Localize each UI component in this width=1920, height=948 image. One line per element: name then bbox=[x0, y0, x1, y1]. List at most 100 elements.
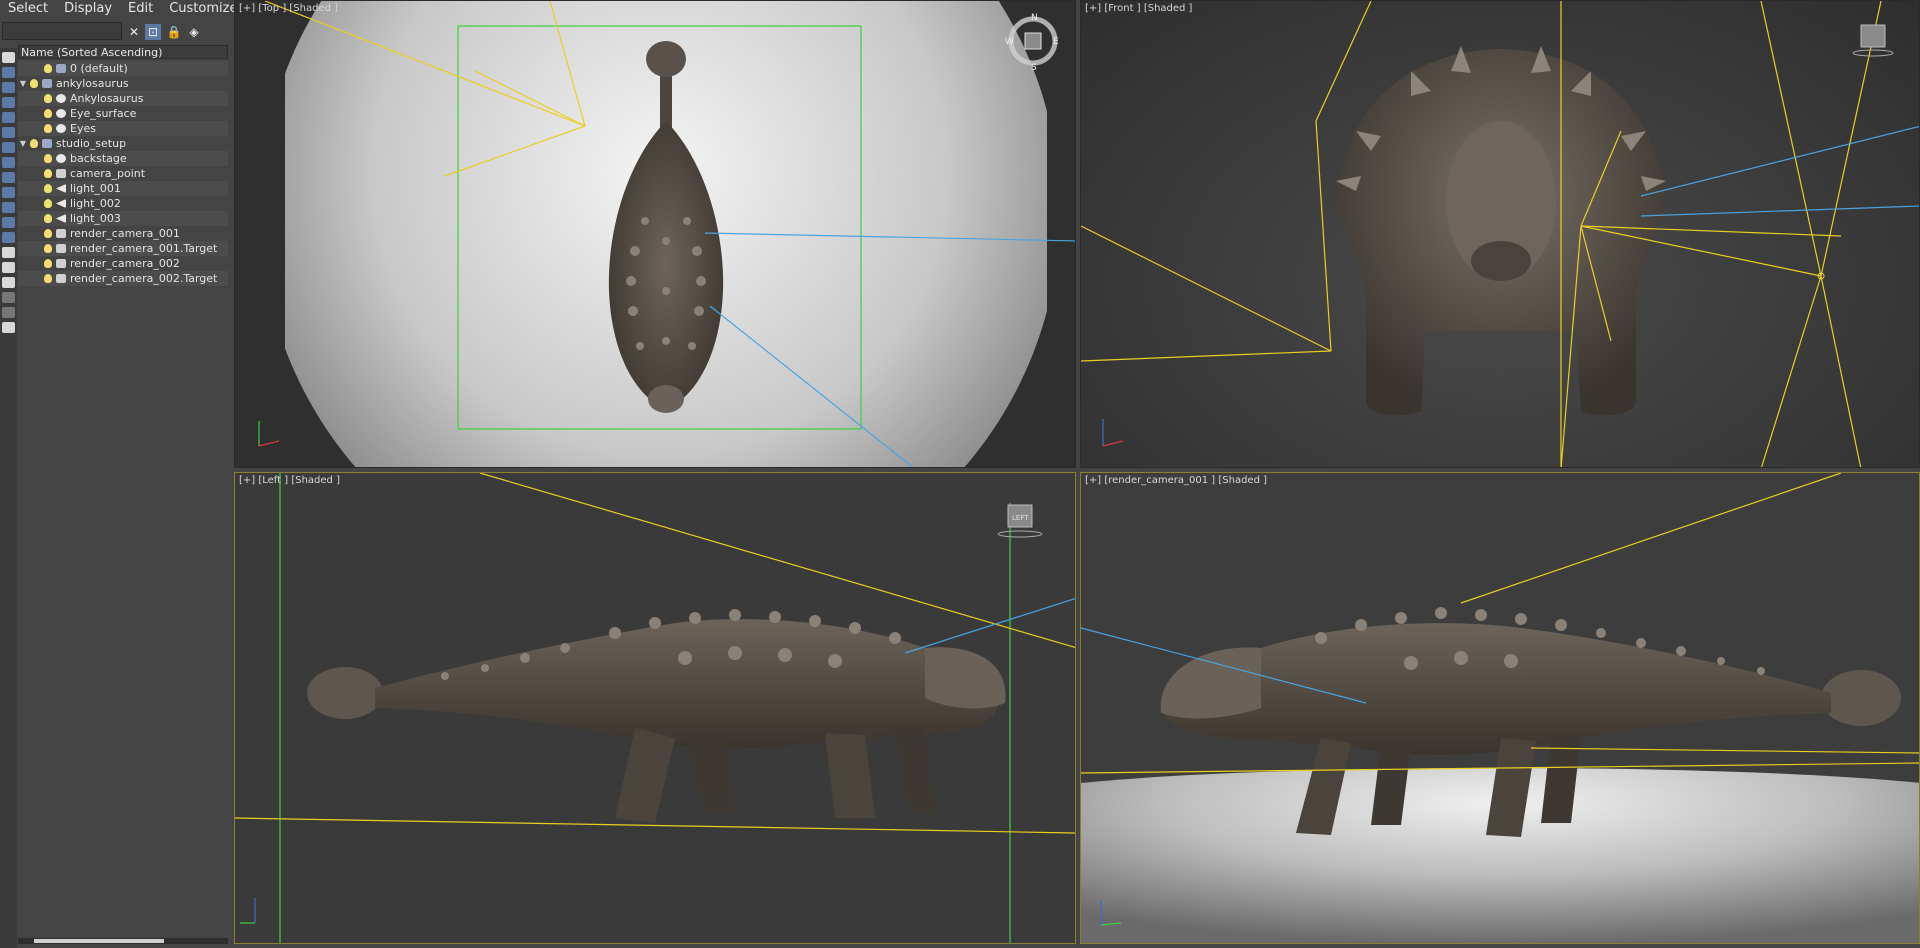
viewcube-face-label: LEFT bbox=[1012, 514, 1029, 522]
hierarchy-icon[interactable] bbox=[2, 307, 15, 318]
display-bones-icon[interactable] bbox=[2, 187, 15, 198]
tree-row[interactable]: backstage bbox=[18, 151, 228, 166]
explorer-tree: 0 (default) ▼ ankylosaurus Ankylosaurus Eye_… bbox=[18, 61, 228, 286]
layers-icon[interactable]: ◈ bbox=[186, 24, 202, 40]
light-icon bbox=[56, 214, 66, 223]
select-filter-icon[interactable]: ⊡ bbox=[145, 24, 161, 40]
sphere-icon bbox=[56, 154, 66, 163]
viewport-left[interactable]: [+] [Left ] [Shaded ] LEFT bbox=[234, 472, 1076, 944]
visibility-bulb-icon[interactable] bbox=[44, 124, 52, 133]
horizontal-scrollbar[interactable] bbox=[18, 938, 228, 944]
camera-lines bbox=[1640, 125, 1919, 217]
viewport-top[interactable]: [+] [Top ] [Shaded ] N S E W bbox=[234, 0, 1076, 468]
camera-icon bbox=[56, 274, 66, 283]
visibility-bulb-icon[interactable] bbox=[44, 169, 52, 178]
tree-row[interactable]: Eyes bbox=[18, 121, 228, 136]
viewcube[interactable] bbox=[1851, 21, 1895, 61]
tree-row[interactable]: ▼ ankylosaurus bbox=[18, 76, 228, 91]
viewport-camera-scene bbox=[1081, 473, 1919, 943]
tree-row[interactable]: render_camera_001.Target bbox=[18, 241, 228, 256]
expand-arrow-icon[interactable]: ▼ bbox=[18, 76, 28, 91]
viewport-camera[interactable]: [+] [render_camera_001 ] [Shaded ] bbox=[1080, 472, 1920, 944]
viewcube-compass[interactable]: N S E W bbox=[1005, 11, 1061, 71]
visibility-bulb-icon[interactable] bbox=[44, 154, 52, 163]
display-all-icon[interactable] bbox=[2, 247, 15, 258]
camera-lines bbox=[904, 598, 1075, 654]
visibility-bulb-icon[interactable] bbox=[44, 94, 52, 103]
tree-row[interactable]: camera_point bbox=[18, 166, 228, 181]
tree-row[interactable]: light_003 bbox=[18, 211, 228, 226]
display-geometry-icon[interactable] bbox=[2, 67, 15, 78]
viewport-top-scene bbox=[235, 1, 1075, 467]
camera-icon bbox=[56, 229, 66, 238]
expand-arrow-icon[interactable]: ▼ bbox=[18, 136, 28, 151]
lock-icon[interactable]: 🔒 bbox=[166, 24, 182, 40]
visibility-bulb-icon[interactable] bbox=[30, 79, 38, 88]
compass-west: W bbox=[1005, 37, 1014, 47]
axis-tripod bbox=[240, 898, 256, 924]
viewport-label[interactable]: [+] [Top ] [Shaded ] bbox=[239, 3, 338, 14]
display-spacewarps-icon[interactable] bbox=[2, 142, 15, 153]
layer-explorer-icon[interactable] bbox=[2, 322, 15, 333]
tree-row-label: Ankylosaurus bbox=[70, 92, 144, 105]
visibility-bulb-icon[interactable] bbox=[44, 274, 52, 283]
viewport-label[interactable]: [+] [Left ] [Shaded ] bbox=[239, 475, 340, 486]
viewport-label[interactable]: [+] [render_camera_001 ] [Shaded ] bbox=[1085, 475, 1267, 486]
visibility-bulb-icon[interactable] bbox=[44, 109, 52, 118]
tree-row[interactable]: 0 (default) bbox=[18, 61, 228, 76]
column-header-name[interactable]: Name (Sorted Ascending) bbox=[18, 45, 228, 59]
tree-row[interactable]: Eye_surface bbox=[18, 106, 228, 121]
tree-row-label: render_camera_002 bbox=[70, 257, 180, 270]
menu-select[interactable]: Select bbox=[0, 0, 56, 18]
menu-edit[interactable]: Edit bbox=[120, 0, 161, 18]
display-none-icon[interactable] bbox=[2, 52, 15, 63]
invert-display-icon[interactable] bbox=[2, 262, 15, 273]
display-lights-icon[interactable] bbox=[2, 97, 15, 108]
tree-row[interactable]: render_camera_002.Target bbox=[18, 271, 228, 286]
display-helpers-icon[interactable] bbox=[2, 127, 15, 138]
visibility-bulb-icon[interactable] bbox=[44, 259, 52, 268]
ankylosaurus-front-view bbox=[1335, 46, 1667, 416]
visibility-bulb-icon[interactable] bbox=[44, 199, 52, 208]
sphere-icon bbox=[56, 109, 66, 118]
close-icon[interactable]: ✕ bbox=[126, 24, 142, 40]
tree-row-label: light_001 bbox=[70, 182, 121, 195]
tree-row[interactable]: ▼ studio_setup bbox=[18, 136, 228, 151]
tree-row[interactable]: render_camera_002 bbox=[18, 256, 228, 271]
display-cameras-icon[interactable] bbox=[2, 112, 15, 123]
search-input[interactable] bbox=[2, 22, 122, 40]
tree-row-label: studio_setup bbox=[56, 137, 127, 150]
tree-row[interactable]: light_002 bbox=[18, 196, 228, 211]
visibility-bulb-icon[interactable] bbox=[44, 184, 52, 193]
visibility-bulb-icon[interactable] bbox=[44, 229, 52, 238]
tree-row[interactable]: render_camera_001 bbox=[18, 226, 228, 241]
display-xrefs-icon[interactable] bbox=[2, 172, 15, 183]
display-groups-icon[interactable] bbox=[2, 157, 15, 168]
viewcube[interactable]: LEFT bbox=[995, 501, 1045, 543]
visibility-bulb-icon[interactable] bbox=[44, 214, 52, 223]
explorer-toolstrip bbox=[0, 48, 17, 948]
visibility-bulb-icon[interactable] bbox=[44, 64, 52, 73]
tree-row[interactable]: Ankylosaurus bbox=[18, 91, 228, 106]
display-containers-icon[interactable] bbox=[2, 202, 15, 213]
sphere-icon bbox=[56, 94, 66, 103]
menu-display[interactable]: Display bbox=[56, 0, 120, 18]
display-children-icon[interactable] bbox=[2, 277, 15, 288]
viewport-front[interactable]: [+] [Front ] [Shaded ] bbox=[1080, 0, 1920, 468]
display-hidden-icon[interactable] bbox=[2, 232, 15, 243]
filter-icon[interactable] bbox=[2, 292, 15, 303]
camera-icon bbox=[56, 244, 66, 253]
display-frozen-icon[interactable] bbox=[2, 217, 15, 228]
scrollbar-thumb[interactable] bbox=[34, 939, 164, 943]
visibility-bulb-icon[interactable] bbox=[30, 139, 38, 148]
display-shapes-icon[interactable] bbox=[2, 82, 15, 93]
helper-icon bbox=[56, 169, 66, 178]
tree-row-label: 0 (default) bbox=[70, 62, 128, 75]
compass-south: S bbox=[1031, 63, 1037, 71]
axis-tripod bbox=[1102, 419, 1124, 447]
explorer-search-row: ✕ ⊡ 🔒 ◈ bbox=[0, 20, 230, 44]
viewport-label[interactable]: [+] [Front ] [Shaded ] bbox=[1085, 3, 1192, 14]
tree-row[interactable]: light_001 bbox=[18, 181, 228, 196]
visibility-bulb-icon[interactable] bbox=[44, 244, 52, 253]
menu-customize[interactable]: Customize bbox=[161, 0, 245, 18]
